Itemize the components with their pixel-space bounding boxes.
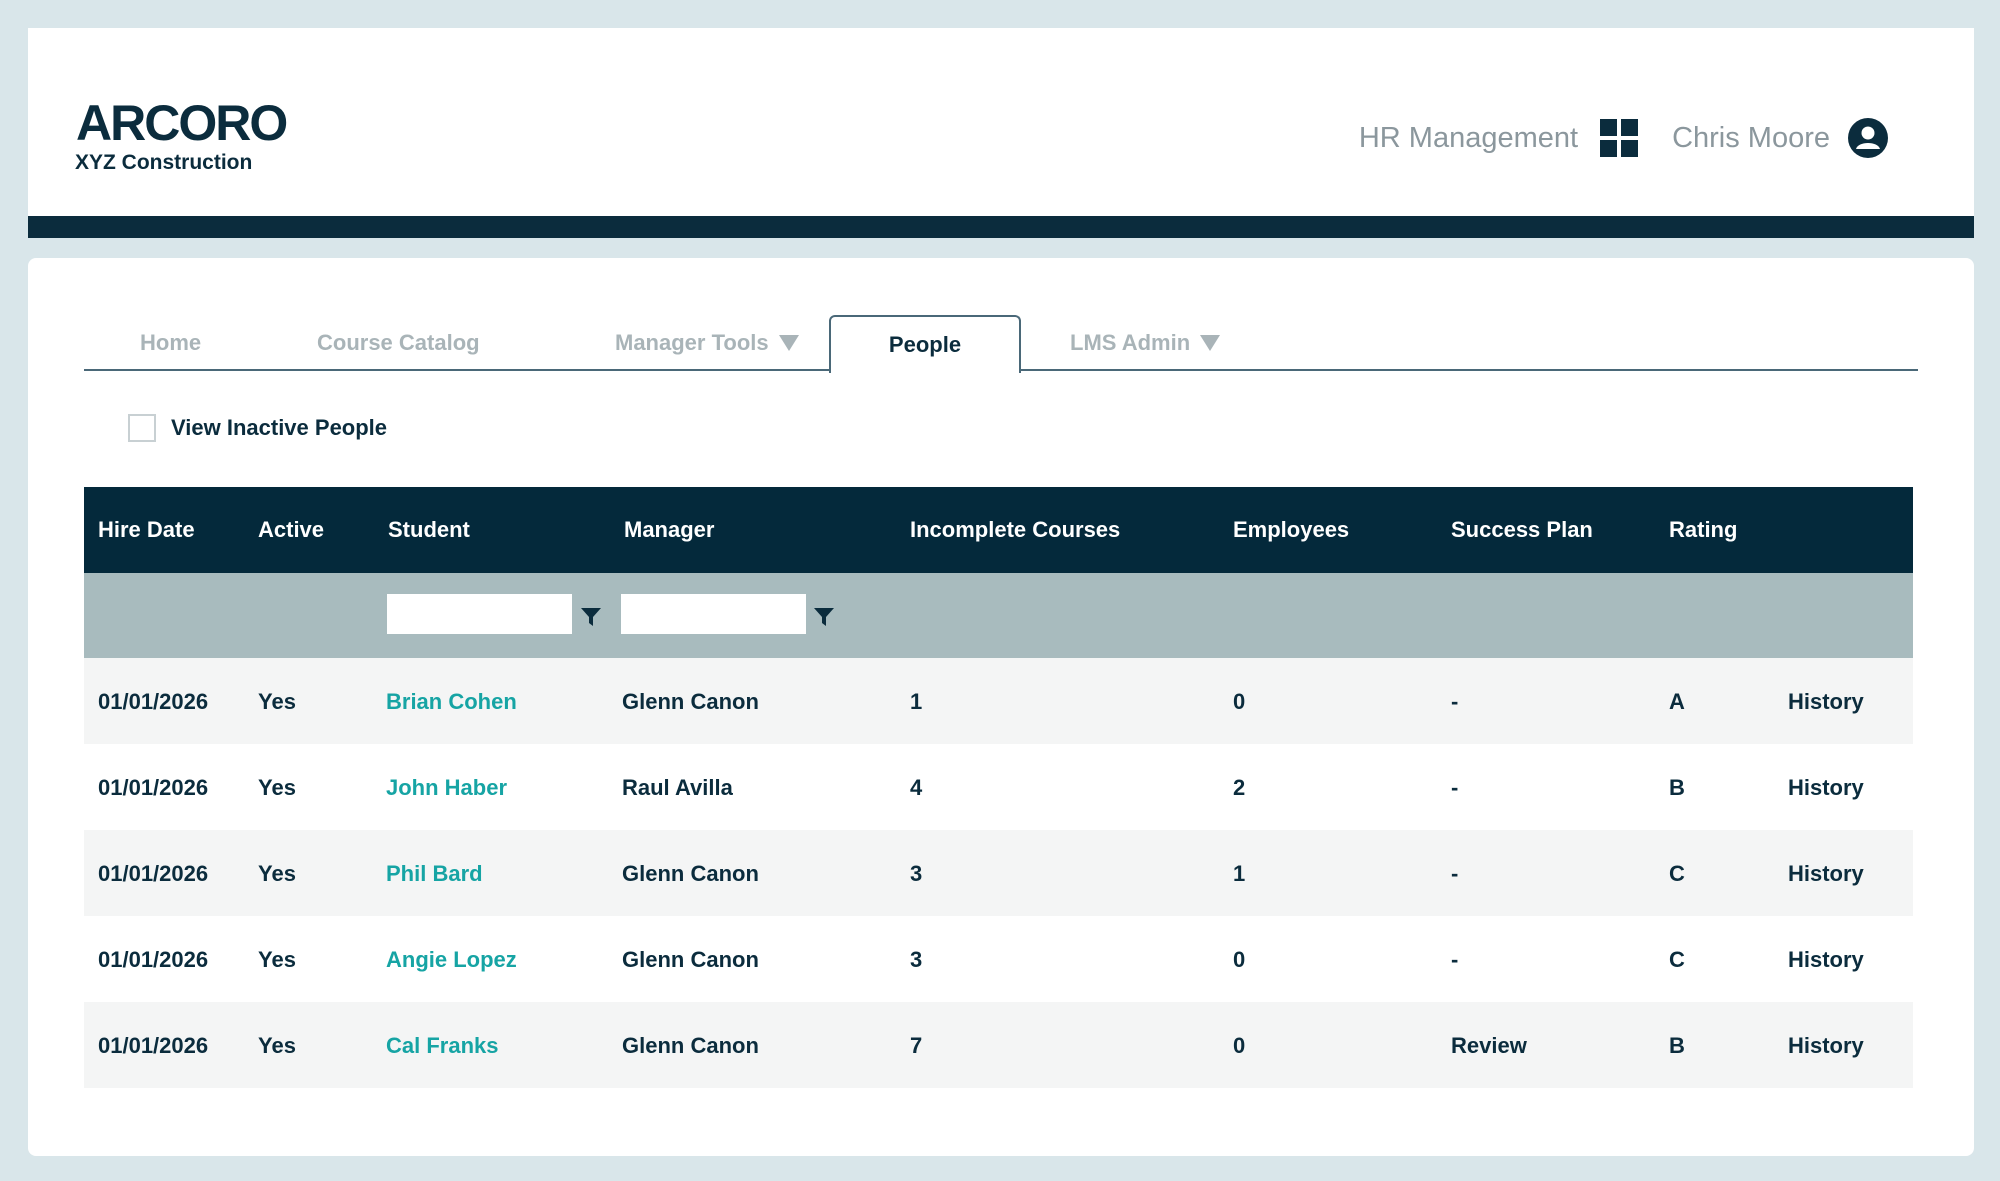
column-header-student[interactable]: Student (388, 517, 470, 543)
tab-course-catalog[interactable]: Course Catalog (317, 315, 480, 371)
column-header-manager[interactable]: Manager (624, 517, 714, 543)
filter-row (84, 573, 1913, 658)
rating-cell: B (1669, 775, 1685, 800)
active-cell: Yes (258, 775, 296, 800)
tab-label: People (888, 332, 962, 357)
student-link[interactable]: Brian Cohen (386, 689, 517, 715)
active-cell: Yes (258, 689, 296, 714)
column-header-rating[interactable]: Rating (1669, 517, 1737, 543)
user-name[interactable]: Chris Moore (1672, 122, 1830, 155)
student-filter-input[interactable] (387, 594, 572, 634)
people-table: Hire Date Active Student Manager Incompl… (84, 487, 1913, 1088)
tab-people[interactable]: People (829, 315, 1021, 373)
hire-date-cell: 01/01/2026 (98, 689, 209, 714)
employees-cell: 0 (1233, 689, 1246, 714)
column-header-active[interactable]: Active (258, 517, 324, 543)
table-row: 01/01/2026 Yes Angie Lopez Glenn Canon 3… (84, 916, 1913, 1002)
student-link[interactable]: Cal Franks (386, 1033, 499, 1059)
filter-icon[interactable] (813, 606, 835, 628)
column-header-incomplete-courses[interactable]: Incomplete Courses (910, 517, 1120, 543)
manager-cell: Glenn Canon (622, 1033, 759, 1058)
manager-cell: Glenn Canon (622, 689, 759, 714)
chevron-down-icon (778, 335, 799, 351)
module-label[interactable]: HR Management (1359, 122, 1578, 155)
manager-cell: Glenn Canon (622, 861, 759, 886)
employees-cell: 0 (1233, 947, 1246, 972)
manager-cell: Glenn Canon (622, 947, 759, 972)
tab-manager-tools[interactable]: Manager Tools (615, 315, 799, 371)
hire-date-cell: 01/01/2026 (98, 947, 209, 972)
employees-cell: 0 (1233, 1033, 1246, 1058)
table-row: 01/01/2026 Yes Phil Bard Glenn Canon 3 1… (84, 830, 1913, 916)
tab-label: Home (140, 330, 202, 355)
header-right-nav: HR Management Chris Moore (1359, 118, 1888, 158)
employees-cell: 1 (1233, 861, 1246, 886)
history-link[interactable]: History (1788, 775, 1864, 801)
company-name: XYZ Construction (75, 151, 253, 174)
active-cell: Yes (258, 861, 296, 886)
incomplete-courses-cell: 4 (910, 775, 923, 800)
history-link[interactable]: History (1788, 947, 1864, 973)
incomplete-courses-cell: 1 (910, 689, 923, 714)
rating-cell: A (1669, 689, 1685, 714)
view-inactive-checkbox[interactable] (128, 414, 156, 442)
tab-home[interactable]: Home (140, 315, 201, 371)
success-plan-cell: - (1451, 947, 1459, 972)
tab-label: Manager Tools (615, 330, 769, 355)
column-header-employees[interactable]: Employees (1233, 517, 1349, 543)
tab-label: Course Catalog (317, 330, 480, 355)
user-account-icon[interactable] (1848, 118, 1888, 158)
success-plan-cell: Review (1451, 1033, 1527, 1058)
success-plan-cell: - (1451, 689, 1459, 714)
view-inactive-row: View Inactive People (128, 414, 387, 442)
table-row: 01/01/2026 Yes Brian Cohen Glenn Canon 1… (84, 658, 1913, 744)
rating-cell: C (1669, 947, 1685, 972)
manager-cell: Raul Avilla (622, 775, 733, 800)
table-header: Hire Date Active Student Manager Incompl… (84, 487, 1913, 573)
rating-cell: C (1669, 861, 1685, 886)
arcoro-logo[interactable]: ARCORO (76, 94, 288, 152)
success-plan-cell: - (1451, 775, 1459, 800)
main-panel: Home Course Catalog Manager Tools People… (28, 258, 1974, 1156)
history-link[interactable]: History (1788, 689, 1864, 715)
tab-bar: Home Course Catalog Manager Tools People… (84, 315, 1918, 373)
table-row: 01/01/2026 Yes John Haber Raul Avilla 4 … (84, 744, 1913, 830)
column-header-success-plan[interactable]: Success Plan (1451, 517, 1593, 543)
tab-label: LMS Admin (1070, 330, 1191, 355)
history-link[interactable]: History (1788, 861, 1864, 887)
manager-filter-input[interactable] (621, 594, 806, 634)
history-link[interactable]: History (1788, 1033, 1864, 1059)
table-row: 01/01/2026 Yes Cal Franks Glenn Canon 7 … (84, 1002, 1913, 1088)
apps-grid-icon[interactable] (1600, 119, 1639, 157)
student-link[interactable]: John Haber (386, 775, 507, 801)
hire-date-cell: 01/01/2026 (98, 1033, 209, 1058)
student-link[interactable]: Angie Lopez (386, 947, 517, 973)
header-accent-bar (28, 216, 1974, 238)
active-cell: Yes (258, 947, 296, 972)
tab-lms-admin[interactable]: LMS Admin (1070, 315, 1221, 371)
view-inactive-label[interactable]: View Inactive People (171, 415, 387, 441)
rating-cell: B (1669, 1033, 1685, 1058)
filter-icon[interactable] (580, 606, 602, 628)
active-cell: Yes (258, 1033, 296, 1058)
incomplete-courses-cell: 3 (910, 861, 923, 886)
column-header-hire-date[interactable]: Hire Date (98, 517, 195, 543)
hire-date-cell: 01/01/2026 (98, 861, 209, 886)
student-link[interactable]: Phil Bard (386, 861, 483, 887)
chevron-down-icon (1200, 335, 1221, 351)
incomplete-courses-cell: 7 (910, 1033, 923, 1058)
incomplete-courses-cell: 3 (910, 947, 923, 972)
hire-date-cell: 01/01/2026 (98, 775, 209, 800)
employees-cell: 2 (1233, 775, 1246, 800)
app-header: ARCORO XYZ Construction HR Management Ch… (28, 28, 1974, 238)
success-plan-cell: - (1451, 861, 1459, 886)
